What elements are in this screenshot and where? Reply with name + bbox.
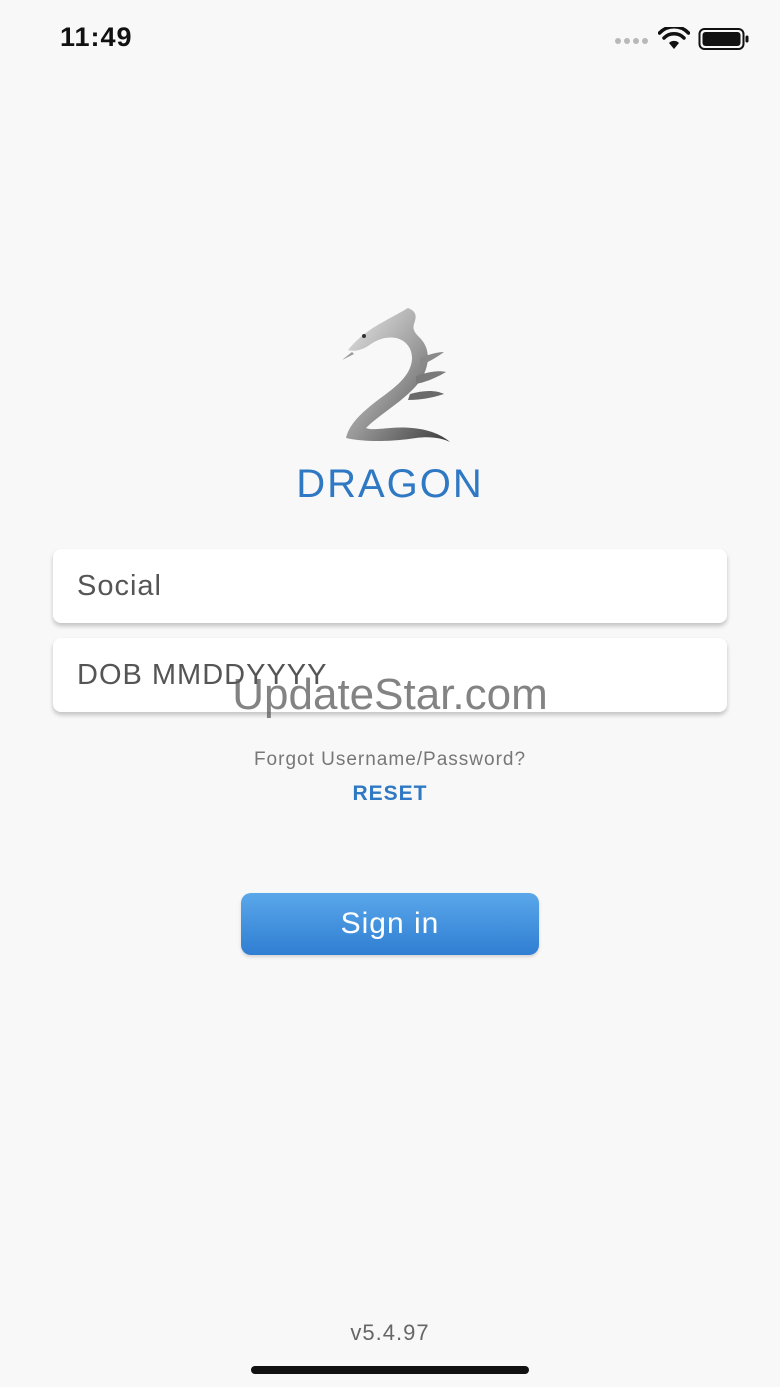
brand-name: DRAGON [296, 462, 484, 506]
status-bar: 11:49 [0, 0, 780, 80]
reset-link[interactable]: RESET [340, 782, 440, 806]
dob-input[interactable] [53, 638, 727, 712]
forgot-credentials-text: Forgot Username/Password? [253, 749, 527, 770]
version-label: v5.4.97 [350, 1320, 430, 1345]
dragon-logo-icon [342, 308, 450, 442]
home-indicator[interactable] [251, 1366, 529, 1374]
battery-icon [698, 28, 749, 50]
status-time: 11:49 [60, 22, 133, 52]
signal-dots-icon [615, 38, 648, 44]
social-input[interactable] [53, 549, 727, 623]
sign-in-button[interactable]: Sign in [241, 893, 539, 955]
wifi-icon [658, 27, 690, 49]
